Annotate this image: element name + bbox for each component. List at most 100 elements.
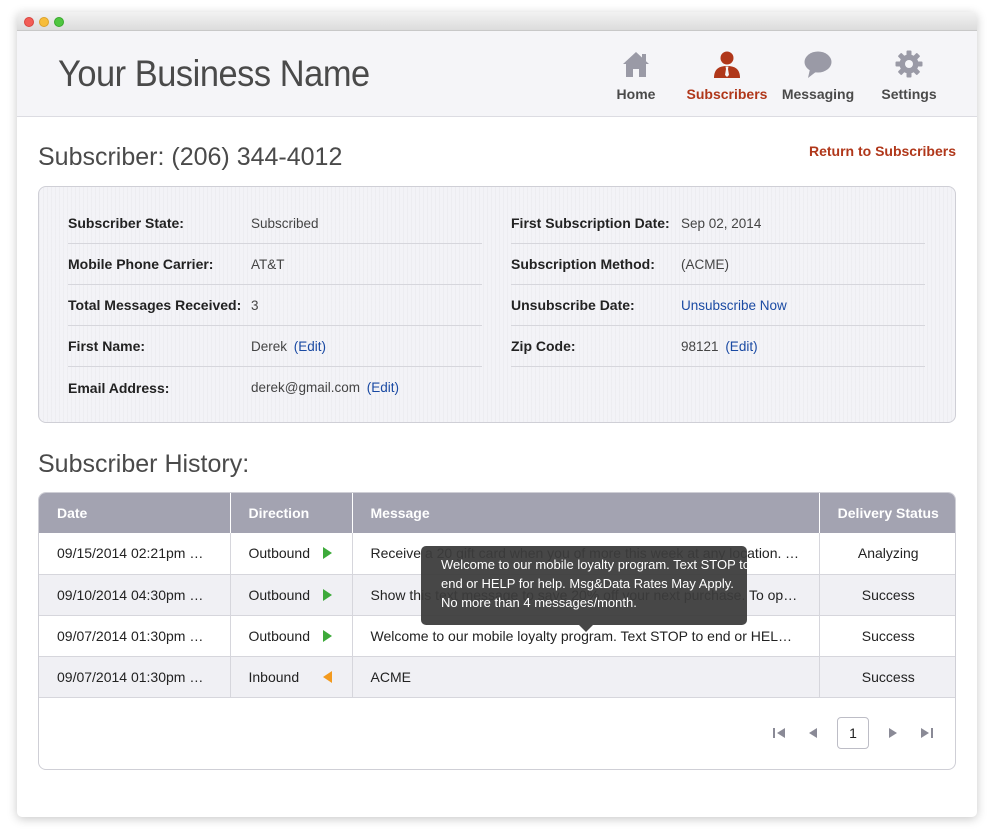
direction-cell: Outbound [230, 533, 353, 575]
status-cell: Success [819, 574, 955, 616]
close-window-button[interactable] [24, 17, 34, 27]
info-row-zip: Zip Code: 98121 (Edit) [511, 326, 925, 367]
message-cell: ACME [352, 656, 820, 698]
previous-page-icon [809, 728, 817, 738]
user-icon [714, 51, 740, 78]
status-cell: Analyzing [819, 533, 955, 575]
info-left-column: Subscriber State: Subscribed Mobile Phon… [68, 203, 482, 408]
table-row[interactable]: 09/07/2014 01:30pm PDT Inbound ACME Succ… [39, 656, 955, 698]
info-label: Total Messages Received: [68, 297, 242, 313]
nav-settings-label: Settings [881, 86, 937, 102]
edit-zip-link[interactable]: (Edit) [725, 339, 757, 354]
outbound-arrow-icon [322, 629, 332, 642]
next-page-button[interactable] [883, 723, 903, 743]
outbound-arrow-icon [322, 547, 332, 560]
return-to-subscribers-link[interactable]: Return to Subscribers [809, 143, 956, 159]
outbound-arrow-icon [322, 588, 332, 601]
info-value: AT&T [251, 256, 285, 272]
info-label: Subscriber State: [68, 215, 184, 231]
direction-cell: Inbound [230, 656, 353, 698]
app-window: Your Business Name Home Subscribers Mess… [17, 12, 977, 817]
info-row-subscription-method: Subscription Method: (ACME) [511, 244, 925, 285]
info-label: First Subscription Date: [511, 215, 670, 231]
column-header-direction[interactable]: Direction [230, 493, 353, 533]
direction-cell: Outbound [230, 574, 353, 616]
status-cell: Success [819, 656, 955, 698]
unsubscribe-now-link[interactable]: Unsubscribe Now [681, 298, 787, 313]
info-row-email: Email Address: derek@gmail.com (Edit) [68, 367, 482, 408]
next-page-icon [889, 728, 897, 738]
inbound-arrow-icon [322, 670, 332, 683]
previous-page-button[interactable] [803, 723, 823, 743]
nav-subscribers[interactable]: Subscribers [685, 45, 769, 102]
gear-icon [895, 50, 923, 78]
zip-value: 98121 [681, 338, 719, 354]
info-label: Email Address: [68, 379, 170, 396]
title-bar [17, 12, 977, 31]
column-header-date[interactable]: Date [39, 493, 231, 533]
history-table-panel: Date Direction Message Delivery Status 0… [38, 492, 956, 770]
nav-settings[interactable]: Settings [878, 45, 940, 102]
info-row-state: Subscriber State: Subscribed [68, 203, 482, 244]
message-tooltip: Welcome to our mobile loyalty program. T… [421, 546, 751, 632]
page-title: Subscriber: (206) 344-4012 [38, 143, 343, 171]
status-cell: Success [819, 615, 955, 657]
tooltip-line: Welcome to our mobile loyalty program. T… [441, 557, 751, 572]
info-row-total-messages: Total Messages Received: 3 [68, 285, 482, 326]
direction-label: Outbound [248, 586, 311, 603]
minimize-window-button[interactable] [39, 17, 49, 27]
info-label: Subscription Method: [511, 256, 655, 272]
first-page-button[interactable] [769, 723, 789, 743]
current-page-indicator[interactable]: 1 [837, 717, 869, 749]
column-header-message[interactable]: Message [352, 493, 820, 533]
info-value: Subscribed [251, 215, 319, 231]
info-row-first-name: First Name: Derek (Edit) [68, 326, 482, 367]
first-page-icon [773, 728, 785, 738]
info-value-wrap: Derek (Edit) [251, 339, 326, 354]
info-value: (ACME) [681, 256, 729, 272]
direction-cell: Outbound [230, 615, 353, 657]
edit-first-name-link[interactable]: (Edit) [294, 339, 326, 354]
nav-home[interactable]: Home [611, 45, 661, 102]
history-title: Subscriber History: [38, 450, 250, 478]
date-cell: 09/15/2014 02:21pm PDT [39, 533, 231, 575]
info-value: 3 [251, 297, 259, 313]
last-page-button[interactable] [917, 723, 937, 743]
info-row-unsubscribe: Unsubscribe Date: Unsubscribe Now [511, 285, 925, 326]
chat-bubble-icon [804, 51, 832, 78]
first-name-value: Derek [251, 338, 288, 354]
edit-email-link[interactable]: (Edit) [367, 380, 399, 395]
table-header-row: Date Direction Message Delivery Status [39, 493, 955, 533]
email-value: derek@gmail.com [251, 380, 360, 395]
nav-home-label: Home [616, 86, 656, 102]
subscriber-info-panel: Subscriber State: Subscribed Mobile Phon… [38, 186, 956, 423]
info-label: First Name: [68, 338, 146, 354]
maximize-window-button[interactable] [54, 17, 64, 27]
direction-label: Outbound [248, 627, 311, 644]
nav-messaging-label: Messaging [781, 86, 855, 102]
info-value-wrap: derek@gmail.com (Edit) [251, 380, 399, 395]
info-label: Unsubscribe Date: [511, 297, 635, 313]
date-cell: 09/07/2014 01:30pm PDT [39, 615, 231, 657]
info-label: Zip Code: [511, 338, 576, 354]
brand-name: Your Business Name [58, 53, 370, 94]
date-cell: 09/07/2014 01:30pm PDT [39, 656, 231, 698]
info-value: Sep 02, 2014 [681, 215, 762, 231]
tooltip-line: No more than 4 messages/month. [441, 595, 637, 610]
nav-messaging[interactable]: Messaging [780, 45, 856, 102]
info-right-column: First Subscription Date: Sep 02, 2014 Su… [511, 203, 925, 367]
tooltip-line: end or HELP for help. Msg&Data Rates May… [441, 576, 734, 591]
app-header: Your Business Name Home Subscribers Mess… [17, 31, 977, 117]
last-page-icon [921, 728, 933, 738]
column-header-status[interactable]: Delivery Status [819, 493, 955, 533]
home-icon [623, 52, 649, 77]
nav-subscribers-label: Subscribers [686, 86, 768, 102]
pagination: 1 [755, 717, 937, 749]
direction-label: Outbound [248, 545, 311, 562]
info-row-carrier: Mobile Phone Carrier: AT&T [68, 244, 482, 285]
direction-label: Inbound [248, 668, 300, 685]
date-cell: 09/10/2014 04:30pm PDT [39, 574, 231, 616]
info-value-wrap: 98121 (Edit) [681, 339, 758, 354]
info-row-first-subscription: First Subscription Date: Sep 02, 2014 [511, 203, 925, 244]
info-label: Mobile Phone Carrier: [68, 256, 214, 272]
